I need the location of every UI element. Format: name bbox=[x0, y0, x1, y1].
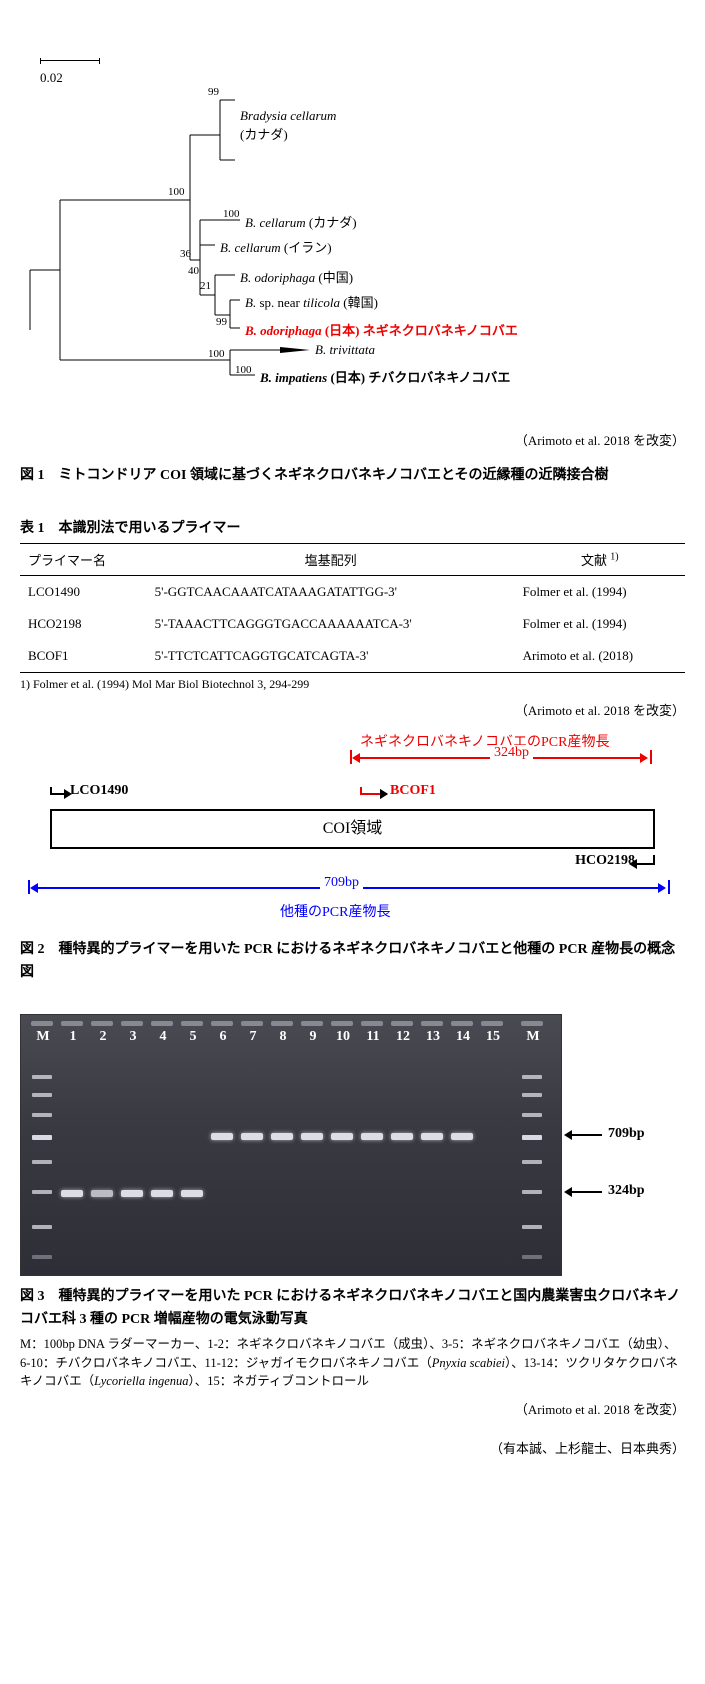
taxon-4: B. odoriphaga (中国) bbox=[240, 267, 353, 286]
taxon-8: B. impatiens (日本) チバクロバネキノコバエ bbox=[260, 367, 510, 386]
band-709 bbox=[331, 1133, 353, 1140]
taxon-1: Bradysia cellarum (カナダ) bbox=[240, 108, 336, 143]
cell-seq: 5'-TAAACTTCAGGGTGACCAAAAAATCA-3' bbox=[147, 608, 515, 640]
taxon-7: B. trivittata bbox=[315, 342, 375, 358]
band-709 bbox=[421, 1133, 443, 1140]
lane-label: 1 bbox=[59, 1029, 87, 1045]
lane-label: 7 bbox=[239, 1029, 267, 1045]
gel-image: M 1 2 3 4 5 6 7 8 9 10 11 12 13 14 15 M bbox=[20, 1014, 685, 1276]
fig2-caption: 図 2 種特異的プライマーを用いた PCR におけるネギネクロバネキノコバエと他… bbox=[20, 939, 685, 984]
fig1-caption: 図 1 ミトコンドリア COI 領域に基づくネギネクロバネキノコバエとその近縁種… bbox=[20, 465, 685, 487]
th-ref: 文献 1) bbox=[515, 544, 685, 576]
band-709 bbox=[271, 1133, 293, 1140]
lane-label: M bbox=[29, 1029, 57, 1045]
taxon-2: B. cellarum (カナダ) bbox=[245, 212, 357, 231]
cell-name: LCO1490 bbox=[20, 576, 147, 609]
cell-seq: 5'-GGTCAACAAATCATAAAGATATTGG-3' bbox=[147, 576, 515, 609]
band-324 bbox=[91, 1190, 113, 1197]
primer-table: プライマー名 塩基配列 文献 1) LCO1490 5'-GGTCAACAAAT… bbox=[20, 543, 685, 673]
table1-footnote: 1) Folmer et al. (1994) Mol Mar Biol Bio… bbox=[20, 677, 685, 692]
table1-attribution: （Arimoto et al. 2018 を改変） bbox=[20, 700, 685, 719]
label-324: 324bp bbox=[608, 1183, 645, 1199]
table1-caption: 表 1 本識別法で用いるプライマー bbox=[20, 517, 685, 537]
table-row: HCO2198 5'-TAAACTTCAGGGTGACCAAAAAATCA-3'… bbox=[20, 608, 685, 640]
lane-label: 4 bbox=[149, 1029, 177, 1045]
lane-label: 10 bbox=[329, 1029, 357, 1045]
collapsed-clade-icon bbox=[280, 347, 310, 353]
bootstrap-i: 100 bbox=[235, 364, 252, 376]
band-709 bbox=[391, 1133, 413, 1140]
lane-label: M bbox=[519, 1029, 547, 1045]
lane-label: 9 bbox=[299, 1029, 327, 1045]
th-seq: 塩基配列 bbox=[147, 544, 515, 576]
cell-seq: 5'-TTCTCATTCAGGTGCATCAGTA-3' bbox=[147, 640, 515, 673]
lane-label: 3 bbox=[119, 1029, 147, 1045]
table-row: LCO1490 5'-GGTCAACAAATCATAAAGATATTGG-3' … bbox=[20, 576, 685, 609]
bootstrap-a: 99 bbox=[208, 86, 219, 98]
label-709: 709bp bbox=[608, 1126, 645, 1142]
red-title: ネギネクロバネキノコバエのPCR産物長 bbox=[360, 731, 609, 751]
cell-name: HCO2198 bbox=[20, 608, 147, 640]
band-324 bbox=[61, 1190, 83, 1197]
arrow-324 bbox=[572, 1191, 602, 1193]
bcof-label: BCOF1 bbox=[390, 783, 436, 799]
lane-label: 2 bbox=[89, 1029, 117, 1045]
fig3-attribution: （Arimoto et al. 2018 を改変） bbox=[20, 1399, 685, 1418]
lco-arrow bbox=[50, 793, 64, 795]
lane-label: 12 bbox=[389, 1029, 417, 1045]
lane-label: 6 bbox=[209, 1029, 237, 1045]
lane-label: 5 bbox=[179, 1029, 207, 1045]
cell-ref: Arimoto et al. (2018) bbox=[515, 640, 685, 673]
fig3-description: M：100bp DNA ラダーマーカー、1-2：ネギネクロバネキノコバエ（成虫）… bbox=[20, 1335, 685, 1391]
bootstrap-h: 100 bbox=[208, 348, 225, 360]
band-709 bbox=[361, 1133, 383, 1140]
table-header-row: プライマー名 塩基配列 文献 1) bbox=[20, 544, 685, 576]
hco-label: HCO2198 bbox=[575, 853, 635, 869]
red-len: 324bp bbox=[490, 745, 533, 761]
lco-label: LCO1490 bbox=[70, 783, 128, 799]
authors: （有本誠、上杉龍士、日本典秀） bbox=[20, 1438, 685, 1457]
bootstrap-b: 100 bbox=[168, 186, 185, 198]
bootstrap-d: 36 bbox=[180, 248, 191, 260]
bootstrap-c: 100 bbox=[223, 208, 240, 220]
cell-name: BCOF1 bbox=[20, 640, 147, 673]
band-709 bbox=[241, 1133, 263, 1140]
gel: M 1 2 3 4 5 6 7 8 9 10 11 12 13 14 15 M bbox=[20, 1014, 562, 1276]
blue-title: 他種のPCR産物長 bbox=[280, 901, 390, 921]
band-709 bbox=[451, 1133, 473, 1140]
band-324 bbox=[151, 1190, 173, 1197]
taxon-3: B. cellarum (イラン) bbox=[220, 237, 332, 256]
fig1-attribution: （Arimoto et al. 2018 を改変） bbox=[20, 430, 685, 449]
cell-ref: Folmer et al. (1994) bbox=[515, 608, 685, 640]
band-324 bbox=[181, 1190, 203, 1197]
phylo-tree: 0.02 bbox=[20, 20, 685, 420]
cell-ref: Folmer et al. (1994) bbox=[515, 576, 685, 609]
taxon-6-highlight: B. odoriphaga (日本) ネギネクロバネキノコバエ bbox=[245, 320, 518, 339]
lane-label: 13 bbox=[419, 1029, 447, 1045]
band-709 bbox=[301, 1133, 323, 1140]
taxon-5: B. sp. near tilicola (韓国) bbox=[245, 292, 378, 311]
bootstrap-g: 99 bbox=[216, 316, 227, 328]
fig3-caption: 図 3 種特異的プライマーを用いた PCR におけるネギネクロバネキノコバエと国… bbox=[20, 1286, 685, 1331]
lane-label: 15 bbox=[479, 1029, 507, 1045]
coi-region: COI領域 bbox=[50, 809, 655, 849]
pcr-diagram: ネギネクロバネキノコバエのPCR産物長 324bp LCO1490 BCOF1 … bbox=[20, 749, 685, 929]
lane-label: 11 bbox=[359, 1029, 387, 1045]
bootstrap-f: 21 bbox=[200, 280, 211, 292]
lane-label: 8 bbox=[269, 1029, 297, 1045]
arrow-709 bbox=[572, 1134, 602, 1136]
table-row: BCOF1 5'-TTCTCATTCAGGTGCATCAGTA-3' Arimo… bbox=[20, 640, 685, 673]
th-name: プライマー名 bbox=[20, 544, 147, 576]
bootstrap-e: 40 bbox=[188, 265, 199, 277]
lane-label: 14 bbox=[449, 1029, 477, 1045]
band-709 bbox=[211, 1133, 233, 1140]
blue-len: 709bp bbox=[320, 875, 363, 891]
band-324 bbox=[121, 1190, 143, 1197]
